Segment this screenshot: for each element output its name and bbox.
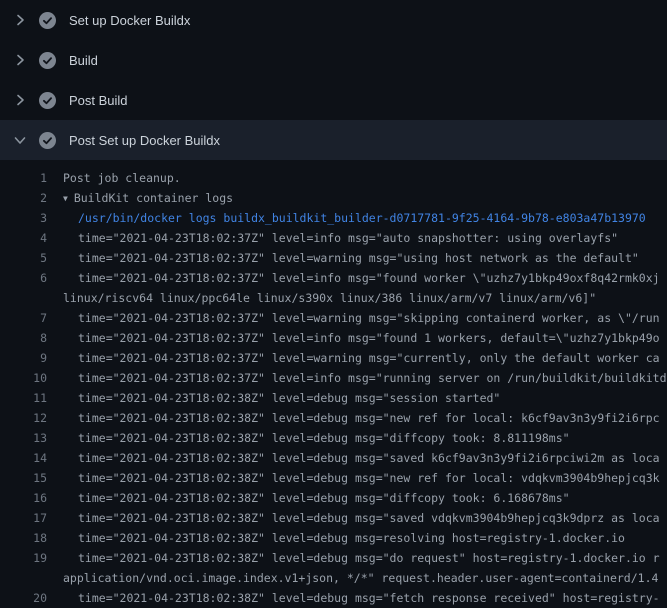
log-line: 8 time="2021-04-23T18:02:37Z" level=info … <box>0 328 667 348</box>
chevron-right-icon <box>12 92 28 108</box>
log-line: 14 time="2021-04-23T18:02:38Z" level=debu… <box>0 448 667 468</box>
log-line: linux/riscv64 linux/ppc64le linux/s390x … <box>0 288 667 308</box>
log-text: time="2021-04-23T18:02:38Z" level=debug … <box>78 551 660 565</box>
log-line: 15 time="2021-04-23T18:02:38Z" level=debu… <box>0 468 667 488</box>
log-line-number[interactable]: 10 <box>0 371 47 385</box>
log-line-number[interactable]: 19 <box>0 551 47 565</box>
log-line-number[interactable]: 12 <box>0 411 47 425</box>
log-line: 19 time="2021-04-23T18:02:38Z" level=debu… <box>0 548 667 568</box>
log-text: time="2021-04-23T18:02:37Z" level=warnin… <box>78 251 639 265</box>
log-line-number[interactable]: 20 <box>0 591 47 605</box>
log-text: time="2021-04-23T18:02:38Z" level=debug … <box>78 531 625 545</box>
step-label: Set up Docker Buildx <box>69 14 190 27</box>
log-line-number[interactable]: 14 <box>0 451 47 465</box>
check-circle-icon <box>39 52 56 69</box>
log-line-number[interactable]: 2 <box>0 191 47 205</box>
log-group-collapse-icon[interactable]: ▼ <box>63 194 68 203</box>
log-line: 17 time="2021-04-23T18:02:38Z" level=debu… <box>0 508 667 528</box>
log-line-number[interactable]: 8 <box>0 331 47 345</box>
log-line: 9 time="2021-04-23T18:02:37Z" level=warni… <box>0 348 667 368</box>
step-header-post-set-up-docker-buildx[interactable]: Post Set up Docker Buildx <box>0 120 667 160</box>
log-line-number[interactable]: 9 <box>0 351 47 365</box>
log-line: 20 time="2021-04-23T18:02:38Z" level=debu… <box>0 588 667 608</box>
step-label: Build <box>69 54 98 67</box>
log-line: 6 time="2021-04-23T18:02:37Z" level=info … <box>0 268 667 288</box>
step-header-set-up-docker-buildx[interactable]: Set up Docker Buildx <box>0 0 667 40</box>
log-text: linux/riscv64 linux/ppc64le linux/s390x … <box>63 291 596 305</box>
log-line: 13 time="2021-04-23T18:02:38Z" level=debu… <box>0 428 667 448</box>
step-label: Post Set up Docker Buildx <box>69 134 220 147</box>
log-text: time="2021-04-23T18:02:38Z" level=debug … <box>78 451 660 465</box>
log-line-number[interactable]: 5 <box>0 251 47 265</box>
log-line-number[interactable]: 4 <box>0 231 47 245</box>
step-header-post-build[interactable]: Post Build <box>0 80 667 120</box>
chevron-down-icon <box>12 132 28 148</box>
log-text: Post job cleanup. <box>63 171 181 185</box>
log-line: 7 time="2021-04-23T18:02:37Z" level=warni… <box>0 308 667 328</box>
log-container: 1 Post job cleanup. 2 ▼BuildKit container l… <box>0 160 667 608</box>
chevron-right-icon <box>12 52 28 68</box>
log-text: time="2021-04-23T18:02:38Z" level=debug … <box>78 471 660 485</box>
log-line-number[interactable]: 11 <box>0 391 47 405</box>
log-line: 12 time="2021-04-23T18:02:38Z" level=debu… <box>0 408 667 428</box>
log-text: time="2021-04-23T18:02:38Z" level=debug … <box>78 391 500 405</box>
step-label: Post Build <box>69 94 128 107</box>
log-group-header[interactable]: ▼BuildKit container logs <box>63 191 233 205</box>
log-line: 18 time="2021-04-23T18:02:38Z" level=debu… <box>0 528 667 548</box>
check-circle-icon <box>39 92 56 109</box>
log-line-number[interactable]: 16 <box>0 491 47 505</box>
check-circle-icon <box>39 132 56 149</box>
log-text: application/vnd.oci.image.index.v1+json,… <box>63 571 658 585</box>
log-text: time="2021-04-23T18:02:38Z" level=debug … <box>78 591 660 605</box>
log-text: time="2021-04-23T18:02:38Z" level=debug … <box>78 491 570 505</box>
chevron-right-icon <box>12 12 28 28</box>
log-line: 2 ▼BuildKit container logs <box>0 188 667 208</box>
log-line-number[interactable]: 7 <box>0 311 47 325</box>
actions-log-viewer: Set up Docker Buildx Build Post Build Po… <box>0 0 667 608</box>
log-line-number[interactable]: 13 <box>0 431 47 445</box>
log-text: time="2021-04-23T18:02:38Z" level=debug … <box>78 431 570 445</box>
log-line: 1 Post job cleanup. <box>0 168 667 188</box>
log-text: time="2021-04-23T18:02:37Z" level=info m… <box>78 231 618 245</box>
log-line: 10 time="2021-04-23T18:02:37Z" level=info… <box>0 368 667 388</box>
log-command: /usr/bin/docker logs buildx_buildkit_bui… <box>78 211 646 225</box>
check-circle-icon <box>39 12 56 29</box>
log-text: time="2021-04-23T18:02:37Z" level=warnin… <box>78 311 660 325</box>
log-text: time="2021-04-23T18:02:37Z" level=info m… <box>78 331 660 345</box>
log-text: time="2021-04-23T18:02:37Z" level=info m… <box>78 271 660 285</box>
log-line-number[interactable]: 17 <box>0 511 47 525</box>
log-line-number[interactable]: 6 <box>0 271 47 285</box>
log-line-number[interactable]: 18 <box>0 531 47 545</box>
log-line-number[interactable]: 3 <box>0 211 47 225</box>
log-line: 5 time="2021-04-23T18:02:37Z" level=warni… <box>0 248 667 268</box>
step-header-build[interactable]: Build <box>0 40 667 80</box>
log-line-number[interactable]: 15 <box>0 471 47 485</box>
log-line: 11 time="2021-04-23T18:02:38Z" level=debu… <box>0 388 667 408</box>
log-text: time="2021-04-23T18:02:37Z" level=info m… <box>78 371 667 385</box>
log-line: 16 time="2021-04-23T18:02:38Z" level=debu… <box>0 488 667 508</box>
log-text: time="2021-04-23T18:02:38Z" level=debug … <box>78 411 660 425</box>
log-line: 3/usr/bin/docker logs buildx_buildkit_bu… <box>0 208 667 228</box>
log-line-number[interactable]: 1 <box>0 171 47 185</box>
log-text: time="2021-04-23T18:02:37Z" level=warnin… <box>78 351 660 365</box>
log-line: 4 time="2021-04-23T18:02:37Z" level=info … <box>0 228 667 248</box>
log-line: application/vnd.oci.image.index.v1+json,… <box>0 568 667 588</box>
log-text: time="2021-04-23T18:02:38Z" level=debug … <box>78 511 660 525</box>
